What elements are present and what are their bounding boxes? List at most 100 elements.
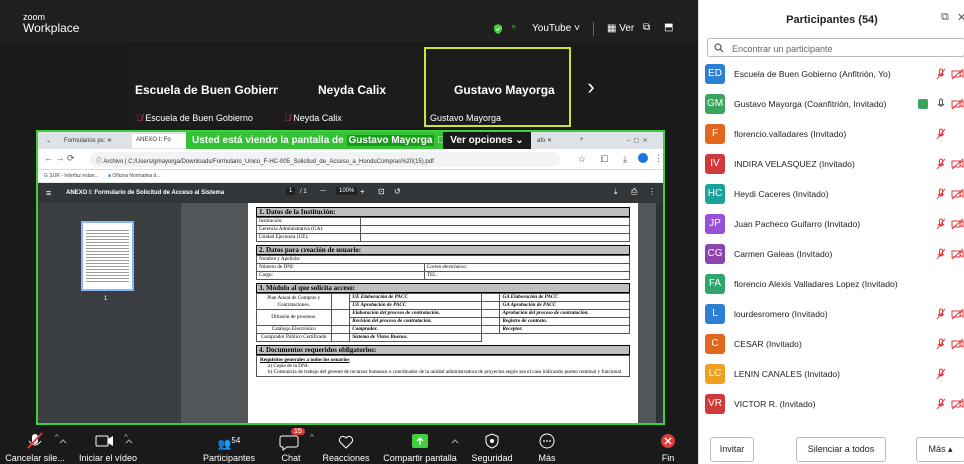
zoom-level[interactable]: 100% <box>336 187 358 195</box>
video-off-icon[interactable] <box>951 158 964 170</box>
participant-row[interactable]: IV INDIRA VELASQUEZ (Invitado) <box>699 150 964 179</box>
view-options-button[interactable]: Ver opciones ⌄ <box>443 132 531 149</box>
video-options-chevron-icon[interactable]: ^ <box>124 433 128 442</box>
participants-button[interactable]: 👥54 Participantes <box>198 428 260 464</box>
tile-name: Gustavo Mayorga <box>454 83 555 97</box>
mic-muted-icon[interactable] <box>936 218 946 230</box>
participant-row[interactable]: FA florencio Alexis Valladares Lopez (Inv… <box>699 270 964 299</box>
avatar: IV <box>705 154 725 174</box>
invite-button[interactable]: Invitar <box>710 437 754 462</box>
participant-row[interactable]: HC Heydi Caceres (Invitado) <box>699 180 964 209</box>
participant-name: Escuela de Buen Gobierno (Anfitrión, Yo) <box>734 69 891 79</box>
reactions-button[interactable]: Reacciones <box>318 428 374 464</box>
participant-row[interactable]: CG Carmen Galeas (Invitado) <box>699 240 964 269</box>
mute-all-button[interactable]: Silenciar a todos <box>796 437 886 462</box>
tab-list-icon[interactable]: ⌄ <box>42 134 60 148</box>
browser-tab-active[interactable]: ANEXO I: Fo <box>132 134 186 148</box>
mic-muted-icon[interactable] <box>936 128 946 140</box>
browser-tab[interactable]: Formularios ps: ✕ <box>60 134 130 148</box>
tile-label: 🎙̸ Neyda Calix <box>284 113 342 123</box>
video-off-icon[interactable] <box>951 188 964 200</box>
view-button[interactable]: ▦ Ver <box>607 23 634 34</box>
zoom-out-icon[interactable]: — <box>320 188 326 194</box>
more-options-icon[interactable]: ⋮ <box>648 187 656 196</box>
recording-icon[interactable]: ⁿ <box>512 23 516 34</box>
mic-muted-icon[interactable] <box>936 398 946 410</box>
more-options-button[interactable]: Más ▴ <box>916 437 964 462</box>
new-tab-icon[interactable]: + <box>576 134 590 148</box>
fullscreen-icon[interactable]: ⬒ <box>664 22 673 33</box>
participant-row[interactable]: JP Juan Pacheco Guifarro (Invitado) <box>699 210 964 239</box>
mic-muted-icon[interactable] <box>936 248 946 260</box>
video-off-icon[interactable] <box>951 68 964 80</box>
video-off-icon[interactable] <box>951 248 964 260</box>
popout-icon[interactable]: ⧉ <box>941 11 949 24</box>
participant-row[interactable]: ED Escuela de Buen Gobierno (Anfitrión, Y… <box>699 60 964 89</box>
window-controls[interactable]: – ▢ ✕ <box>623 134 663 148</box>
participant-row[interactable]: Llourdesromero (Invitado) <box>699 300 964 329</box>
mic-icon[interactable] <box>936 98 946 110</box>
end-meeting-button[interactable]: Fin <box>650 428 686 464</box>
zoom-in-icon[interactable]: + <box>360 187 365 196</box>
video-tile[interactable]: Neyda Calix 🎙̸ Neyda Calix <box>278 47 424 127</box>
print-icon[interactable]: ⎙ <box>631 187 637 197</box>
chat-options-chevron-icon[interactable]: ^ <box>310 433 314 442</box>
download-icon[interactable]: ⤓ <box>623 154 627 165</box>
participant-row[interactable]: C CESAR (Invitado) <box>699 330 964 359</box>
tile-name: Neyda Calix <box>318 83 387 97</box>
mic-muted-icon: 🎙̸ <box>136 113 143 123</box>
video-tile[interactable]: Escuela de Buen Gobierno 🎙̸ Escuela de B… <box>128 47 288 127</box>
page-number-input[interactable]: 1 <box>286 187 296 195</box>
browser-tab[interactable]: afo ✕ <box>533 134 573 148</box>
security-button[interactable]: Seguridad <box>466 428 518 464</box>
download-icon[interactable]: ⤓ <box>614 187 618 197</box>
mic-muted-icon[interactable] <box>936 338 946 350</box>
bookmark-item[interactable]: ■ Oficina Normativa d... <box>108 173 161 179</box>
nav-icons[interactable]: ← → ⟳ <box>44 153 75 164</box>
pip-icon[interactable]: ⧉ <box>643 22 650 33</box>
extensions-icon[interactable]: ⧠ <box>601 154 608 165</box>
participant-row[interactable]: GM Gustavo Mayorga (Coanfitrión, Invitado… <box>699 90 964 119</box>
encryption-shield-icon[interactable] <box>493 24 503 34</box>
modules-table: Plan Anual de Compras y Contrataciones. U… <box>256 293 630 342</box>
video-off-icon[interactable] <box>951 308 964 320</box>
video-off-icon[interactable] <box>951 338 964 350</box>
next-page-chevron-icon[interactable]: › <box>576 47 606 127</box>
star-icon[interactable]: ☆ <box>578 154 586 165</box>
avatar: GM <box>705 94 725 114</box>
search-icon <box>714 43 724 53</box>
rotate-icon[interactable]: ↺ <box>394 187 401 196</box>
page-thumbnail[interactable] <box>81 221 134 291</box>
hamburger-menu-icon[interactable]: ≡ <box>46 188 51 198</box>
menu-kebab-icon[interactable]: ⋮ <box>654 153 663 164</box>
mic-muted-icon: 🎙̸ <box>284 113 291 123</box>
video-off-icon[interactable] <box>951 398 964 410</box>
fit-page-icon[interactable]: ⊡ <box>378 187 385 196</box>
url-field[interactable]: ⓘ Archivo | C:/Users/gmayorga/Downloads/… <box>90 152 560 167</box>
youtube-live-button[interactable]: YouTube ˅ <box>532 23 580 34</box>
end-label: Fin <box>661 453 675 463</box>
pdf-scrollbar[interactable] <box>656 203 663 423</box>
start-video-button[interactable]: Iniciar el vídeo <box>76 428 140 464</box>
video-off-icon[interactable] <box>951 98 964 110</box>
video-off-icon[interactable] <box>951 218 964 230</box>
mic-muted-icon[interactable] <box>936 68 946 80</box>
mic-muted-icon[interactable] <box>936 158 946 170</box>
participant-row[interactable]: VR VICTOR R. (Invitado) <box>699 390 964 419</box>
participant-row[interactable]: Fflorencio.valladares (Invitado) <box>699 120 964 149</box>
participant-row[interactable]: LC LENIN CANALES (Invitado) <box>699 360 964 389</box>
profile-avatar[interactable] <box>638 153 648 163</box>
participant-search-input[interactable]: Encontrar un participante <box>707 38 964 57</box>
participants-panel: Participantes (54) ⧉ ✕ Encontrar un part… <box>698 0 964 464</box>
mic-options-chevron-icon[interactable]: ^ <box>55 433 59 442</box>
bookmark-item[interactable]: G SUR - Interfaz estan... <box>44 173 99 179</box>
more-button[interactable]: Más <box>524 428 570 464</box>
avatar: CG <box>705 244 725 264</box>
mic-muted-icon[interactable] <box>936 188 946 200</box>
mic-muted-icon[interactable] <box>936 368 946 380</box>
participant-name: Heydi Caceres (Invitado) <box>734 189 829 199</box>
video-tile-active-speaker[interactable]: Gustavo Mayorga Gustavo Mayorga <box>424 47 571 127</box>
mic-muted-icon[interactable] <box>936 308 946 320</box>
close-icon[interactable]: ✕ <box>957 11 964 24</box>
share-screen-button[interactable]: Compartir pantalla <box>376 428 464 464</box>
